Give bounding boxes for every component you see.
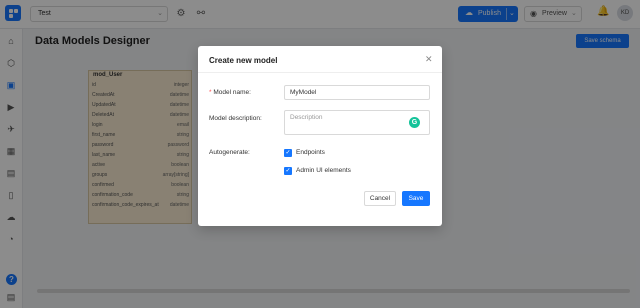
create-model-dialog: Create new model ✕ * Model name: MyModel…: [198, 46, 442, 226]
cancel-button[interactable]: Cancel: [364, 191, 396, 206]
admin-ui-checkbox[interactable]: ✓: [284, 167, 292, 175]
dialog-divider: [198, 72, 442, 73]
endpoints-label[interactable]: Endpoints: [296, 149, 325, 156]
model-name-label-text: Model name:: [213, 89, 251, 96]
close-icon[interactable]: ✕: [425, 54, 433, 65]
model-name-input[interactable]: MyModel: [284, 85, 430, 100]
dialog-title: Create new model: [209, 56, 278, 65]
admin-ui-label[interactable]: Admin UI elements: [296, 167, 351, 174]
grammarly-icon[interactable]: G: [409, 117, 420, 128]
endpoints-checkbox[interactable]: ✓: [284, 149, 292, 157]
autogenerate-label: Autogenerate:: [209, 149, 250, 156]
model-description-label: Model description:: [209, 115, 262, 122]
save-button[interactable]: Save: [402, 191, 430, 206]
model-name-label: * Model name:: [209, 89, 251, 96]
